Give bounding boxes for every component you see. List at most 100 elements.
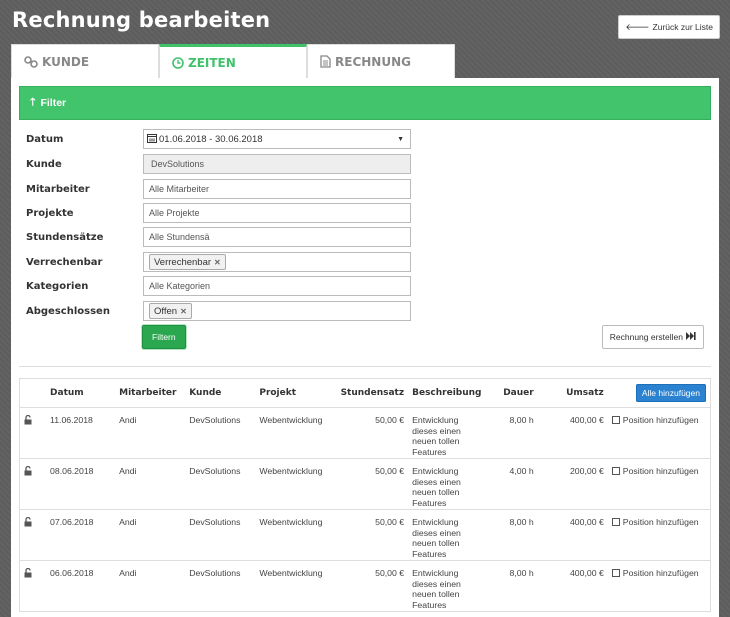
cell-umsatz: 400,00 € [537, 509, 608, 561]
arrow-up-icon: 🡑 [30, 96, 36, 108]
cell-beschreibung: Entwicklung dieses einen neuen tollen Fe… [408, 458, 486, 510]
table-row: 06.06.2018 Andi DevSolutions Webentwickl… [19, 560, 711, 612]
project-select[interactable]: Alle Projekte [143, 203, 411, 223]
divider [19, 366, 711, 367]
unlock-icon[interactable] [19, 458, 47, 510]
remove-tag-icon[interactable]: ✕ [180, 307, 187, 316]
filter-row-mitarbeiter: Mitarbeiter Alle Mitarbeiter [26, 178, 716, 200]
time-entries-table: Datum Mitarbeiter Kunde Projekt Stundens… [19, 378, 711, 612]
hourly-rate-select[interactable]: Alle Stundensä [143, 227, 411, 247]
fast-forward-icon [686, 332, 696, 342]
employee-select[interactable]: Alle Mitarbeiter [143, 179, 411, 199]
cell-umsatz: 400,00 € [537, 407, 608, 459]
cell-beschreibung: Entwicklung dieses einen neuen tollen Fe… [408, 509, 486, 561]
table-row: 08.06.2018 Andi DevSolutions Webentwickl… [19, 458, 711, 510]
document-icon [320, 55, 331, 68]
cell-beschreibung: Entwicklung dieses einen neuen tollen Fe… [408, 407, 486, 459]
cell-stundensatz: 50,00 € [336, 509, 409, 561]
caret-down-icon: ▼ [397, 135, 404, 143]
add-position-checkbox[interactable]: Position hinzufügen [607, 509, 711, 561]
create-invoice-button[interactable]: Rechnung erstellen [601, 325, 704, 349]
cell-datum: 08.06.2018 [46, 458, 116, 510]
cell-dauer: 8,00 h [485, 509, 538, 561]
unlock-icon[interactable] [19, 407, 47, 459]
cell-dauer: 8,00 h [485, 560, 538, 612]
add-all-cell: Alle hinzufügen [607, 378, 711, 408]
filter-row-verrechenbar: Verrechenbar Verrechenbar ✕ [26, 251, 716, 273]
unlock-icon[interactable] [19, 509, 47, 561]
cell-kunde: DevSolutions [185, 407, 256, 459]
column-header-kunde[interactable]: Kunde [185, 378, 256, 408]
remove-tag-icon[interactable]: ✕ [214, 258, 221, 267]
filter-row-datum: Datum 01.06.2018 - 30.06.2018 ▼ [26, 128, 716, 150]
checkbox-icon [611, 416, 620, 424]
clock-icon [172, 56, 184, 69]
add-all-button[interactable]: Alle hinzufügen [635, 383, 706, 402]
filter-row-kategorien: Kategorien Alle Kategorien [26, 275, 716, 297]
cell-umsatz: 400,00 € [537, 560, 608, 612]
lock-column-header [19, 378, 47, 408]
customer-field: DevSolutions [143, 154, 411, 174]
cell-kunde: DevSolutions [185, 458, 256, 510]
calendar-icon [147, 133, 157, 146]
billable-tag: Verrechenbar ✕ [149, 254, 226, 270]
arrow-left-icon: 🡐 [625, 21, 650, 32]
billable-select[interactable]: Verrechenbar ✕ [143, 252, 411, 272]
tab-bar: KUNDE ZEITEN RECHNUNG [11, 44, 455, 78]
add-position-checkbox[interactable]: Position hinzufügen [607, 407, 711, 459]
cell-stundensatz: 50,00 € [336, 407, 409, 459]
table-header-row: Datum Mitarbeiter Kunde Projekt Stundens… [19, 378, 711, 408]
column-header-projekt[interactable]: Projekt [255, 378, 337, 408]
filter-header[interactable]: 🡑 Filter [19, 86, 711, 120]
closed-status-tag: Offen ✕ [149, 303, 192, 319]
category-select[interactable]: Alle Kategorien [143, 276, 411, 296]
cell-dauer: 4,00 h [485, 458, 538, 510]
column-header-dauer[interactable]: Dauer [485, 378, 538, 408]
tab-zeiten[interactable]: ZEITEN [159, 44, 307, 78]
back-to-list-button[interactable]: 🡐 Zurück zur Liste [618, 15, 720, 39]
unlock-icon[interactable] [19, 560, 47, 612]
column-header-datum[interactable]: Datum [46, 378, 116, 408]
cell-mitarbeiter: Andi [115, 458, 186, 510]
tab-kunde[interactable]: KUNDE [11, 44, 159, 78]
filter-row-projekte: Projekte Alle Projekte [26, 202, 716, 224]
cell-projekt: Webentwicklung [255, 458, 337, 510]
cell-umsatz: 200,00 € [537, 458, 608, 510]
page-title: Rechnung bearbeiten [12, 8, 271, 32]
content-panel: 🡑 Filter Datum 01.06.2018 - 30.06.2018 ▼… [11, 78, 719, 617]
cell-stundensatz: 50,00 € [336, 560, 409, 612]
cell-beschreibung: Entwicklung dieses einen neuen tollen Fe… [408, 560, 486, 612]
checkbox-icon [611, 467, 620, 475]
cell-datum: 06.06.2018 [46, 560, 116, 612]
cell-datum: 07.06.2018 [46, 509, 116, 561]
filter-row-kunde: Kunde DevSolutions [26, 153, 716, 175]
cell-kunde: DevSolutions [185, 509, 256, 561]
column-header-stundensatz[interactable]: Stundensatz [336, 378, 409, 408]
cell-datum: 11.06.2018 [46, 407, 116, 459]
date-range-select[interactable]: 01.06.2018 - 30.06.2018 ▼ [143, 129, 411, 149]
add-position-checkbox[interactable]: Position hinzufügen [607, 458, 711, 510]
closed-status-select[interactable]: Offen ✕ [143, 301, 411, 321]
checkbox-icon [611, 518, 620, 526]
table-row: 11.06.2018 Andi DevSolutions Webentwickl… [19, 407, 711, 459]
filter-row-abgeschlossen: Abgeschlossen Offen ✕ [26, 300, 716, 322]
table-row: 07.06.2018 Andi DevSolutions Webentwickl… [19, 509, 711, 561]
cell-dauer: 8,00 h [485, 407, 538, 459]
column-header-mitarbeiter[interactable]: Mitarbeiter [115, 378, 186, 408]
column-header-umsatz[interactable]: Umsatz [537, 378, 608, 408]
add-position-checkbox[interactable]: Position hinzufügen [607, 560, 711, 612]
cell-mitarbeiter: Andi [115, 560, 186, 612]
link-icon [24, 55, 38, 68]
cell-projekt: Webentwicklung [255, 560, 337, 612]
cell-stundensatz: 50,00 € [336, 458, 409, 510]
cell-mitarbeiter: Andi [115, 407, 186, 459]
checkbox-icon [611, 569, 620, 577]
filter-button[interactable]: Filtern [142, 325, 186, 349]
cell-mitarbeiter: Andi [115, 509, 186, 561]
column-header-beschreibung[interactable]: Beschreibung [408, 378, 486, 408]
cell-projekt: Webentwicklung [255, 407, 337, 459]
filter-row-stundensaetze: Stundensätze Alle Stundensä [26, 226, 716, 248]
cell-projekt: Webentwicklung [255, 509, 337, 561]
tab-rechnung[interactable]: RECHNUNG [307, 44, 455, 78]
cell-kunde: DevSolutions [185, 560, 256, 612]
